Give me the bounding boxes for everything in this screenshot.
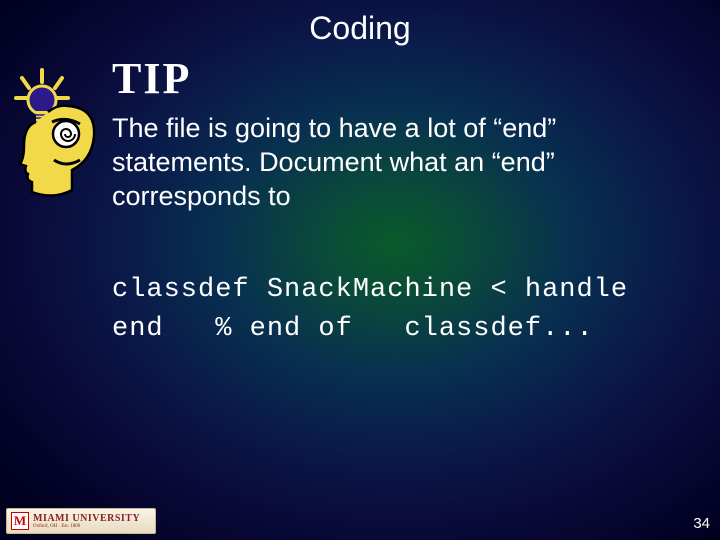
logo-letter: M [11, 512, 29, 530]
slide-content: TIP The file is going to have a lot of “… [0, 53, 720, 350]
idea-head-icon [14, 68, 106, 198]
tip-body-text: The file is going to have a lot of “end”… [112, 112, 700, 213]
logo-main-text: MIAMI UNIVERSITY [33, 513, 140, 524]
university-logo: M MIAMI UNIVERSITY Oxford, OH · Est. 180… [6, 508, 156, 534]
code-example: classdef SnackMachine < handle end % end… [112, 271, 700, 349]
code-line-1: classdef SnackMachine < handle [112, 275, 628, 305]
code-line-2: end % end of classdef... [112, 314, 594, 344]
logo-sub-text: Oxford, OH · Est. 1809 [33, 524, 140, 529]
slide-title: Coding [0, 0, 720, 47]
page-number: 34 [693, 515, 710, 532]
logo-text: MIAMI UNIVERSITY Oxford, OH · Est. 1809 [33, 514, 140, 529]
tip-label: TIP [112, 53, 700, 104]
